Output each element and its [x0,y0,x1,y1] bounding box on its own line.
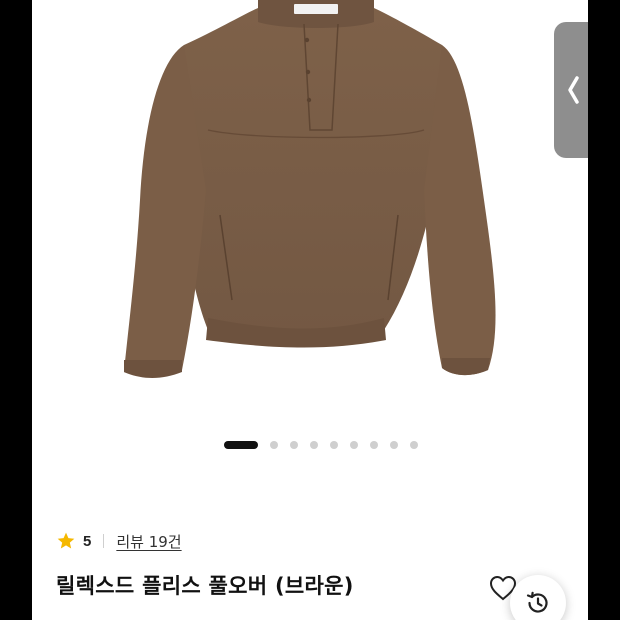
carousel-dot-active[interactable] [224,441,258,449]
rating-summary: 5 리뷰 19건 [56,530,182,552]
carousel-dot[interactable] [390,441,398,449]
carousel-indicator [224,440,430,450]
review-count-link[interactable]: 리뷰 19건 [116,531,181,552]
carousel-dot[interactable] [410,441,418,449]
divider [103,534,105,548]
side-drawer-tab[interactable] [554,22,588,158]
carousel-dot[interactable] [370,441,378,449]
carousel-dot[interactable] [330,441,338,449]
product-image [124,0,496,378]
carousel-dot[interactable] [350,441,358,449]
chevron-left-icon [568,76,579,104]
product-title: 릴렉스드 플리스 풀오버 (브라운) [56,574,354,598]
recent-history-button[interactable] [510,575,566,620]
rating-score: 5 [83,532,92,550]
star-icon [57,532,75,549]
product-image-carousel[interactable] [32,0,588,425]
carousel-dot[interactable] [270,441,278,449]
carousel-dot[interactable] [290,441,298,449]
history-icon [526,591,548,613]
product-detail-screen: 5 리뷰 19건 릴렉스드 플리스 풀오버 (브라운) [32,0,588,620]
carousel-dot[interactable] [310,441,318,449]
